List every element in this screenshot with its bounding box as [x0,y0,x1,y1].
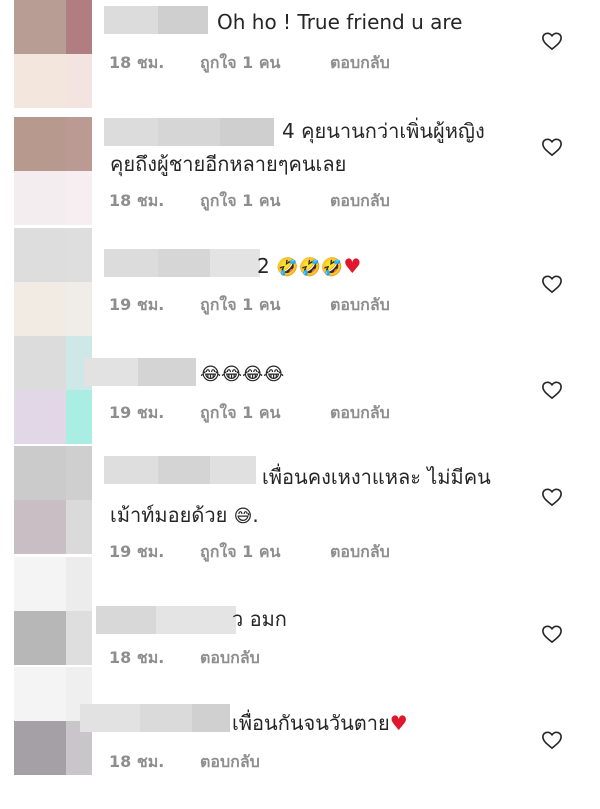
comment-text: 4 คุยนานกว่าเพิ่นผู้หญิง [282,119,485,143]
timestamp: 18 ชม. [109,752,165,771]
rofl-emoji: 🤣🤣🤣 [276,257,344,278]
username-blurred[interactable] [104,456,256,484]
heart-outline-icon[interactable] [541,487,563,507]
comment-text: 2 🤣🤣🤣♥ [257,254,362,278]
username-blurred[interactable] [104,6,208,34]
likes-count[interactable]: ถูกใจ 1 คน [200,540,330,565]
avatar[interactable] [14,446,92,554]
red-heart-emoji: ♥ [343,254,362,278]
sweat-smile-emoji: 😅 [233,506,253,527]
comment-text: เพื่อนคงเหงาแหละ ไม่มีคน [262,465,491,489]
likes-count[interactable]: ถูกใจ 1 คน [200,189,330,214]
comment-meta: 18 ชม. ถูกใจ 1 คน ตอบกลับ [109,51,390,76]
timestamp: 18 ชม. [109,648,165,667]
reply-button[interactable]: ตอบกลับ [330,401,390,426]
comment-text-line2: คุยถึงผู้ชายอีกหลายๆคนเลย [110,152,347,176]
comment-text: เพื่อนกันจนวันตาย♥ [232,711,408,735]
reply-button[interactable]: ตอบกลับ [330,189,390,214]
heart-outline-icon[interactable] [541,380,563,400]
comment-text: ว อมก [232,607,287,631]
heart-outline-icon[interactable] [541,31,563,51]
timestamp: 18 ชม. [109,53,165,72]
comment-meta: 18 ชม. ตอบกลับ [109,646,260,671]
avatar[interactable] [14,117,92,225]
avatar[interactable] [14,336,92,444]
timestamp: 19 ชม. [109,403,165,422]
avatar[interactable] [14,557,92,665]
reply-button[interactable]: ตอบกลับ [200,750,260,775]
likes-count[interactable]: ถูกใจ 1 คน [200,51,330,76]
reply-button[interactable]: ตอบกลับ [330,51,390,76]
timestamp: 18 ชม. [109,191,165,210]
heart-outline-icon[interactable] [541,274,563,294]
heart-outline-icon[interactable] [541,730,563,750]
reply-button[interactable]: ตอบกลับ [330,540,390,565]
reply-button[interactable]: ตอบกลับ [330,293,390,318]
comment-meta: 18 ชม. ถูกใจ 1 คน ตอบกลับ [109,189,390,214]
username-blurred[interactable] [84,358,196,386]
comment-meta: 19 ชม. ถูกใจ 1 คน ตอบกลับ [109,540,390,565]
comment-text-line2: เม้าท์มอยด้วย 😅. [110,503,259,527]
username-blurred[interactable] [80,704,230,732]
timestamp: 19 ชม. [109,295,165,314]
timestamp: 19 ชม. [109,542,165,561]
comment-text: 😂😂😂😂 [200,356,284,392]
avatar[interactable] [14,228,92,336]
likes-count[interactable]: ถูกใจ 1 คน [200,401,330,426]
heart-outline-icon[interactable] [541,137,563,157]
comment-text: Oh ho ! True friend u are [217,10,463,34]
comment-meta: 18 ชม. ตอบกลับ [109,750,260,775]
joy-emoji: 😂😂😂😂 [200,364,285,385]
username-blurred[interactable] [104,249,260,277]
comment-meta: 19 ชม. ถูกใจ 1 คน ตอบกลับ [109,401,390,426]
avatar[interactable] [14,0,92,108]
reply-button[interactable]: ตอบกลับ [200,646,260,671]
heart-outline-icon[interactable] [541,624,563,644]
username-blurred[interactable] [96,606,236,634]
likes-count[interactable]: ถูกใจ 1 คน [200,293,330,318]
comment-meta: 19 ชม. ถูกใจ 1 คน ตอบกลับ [109,293,390,318]
red-heart-emoji: ♥ [389,711,408,735]
